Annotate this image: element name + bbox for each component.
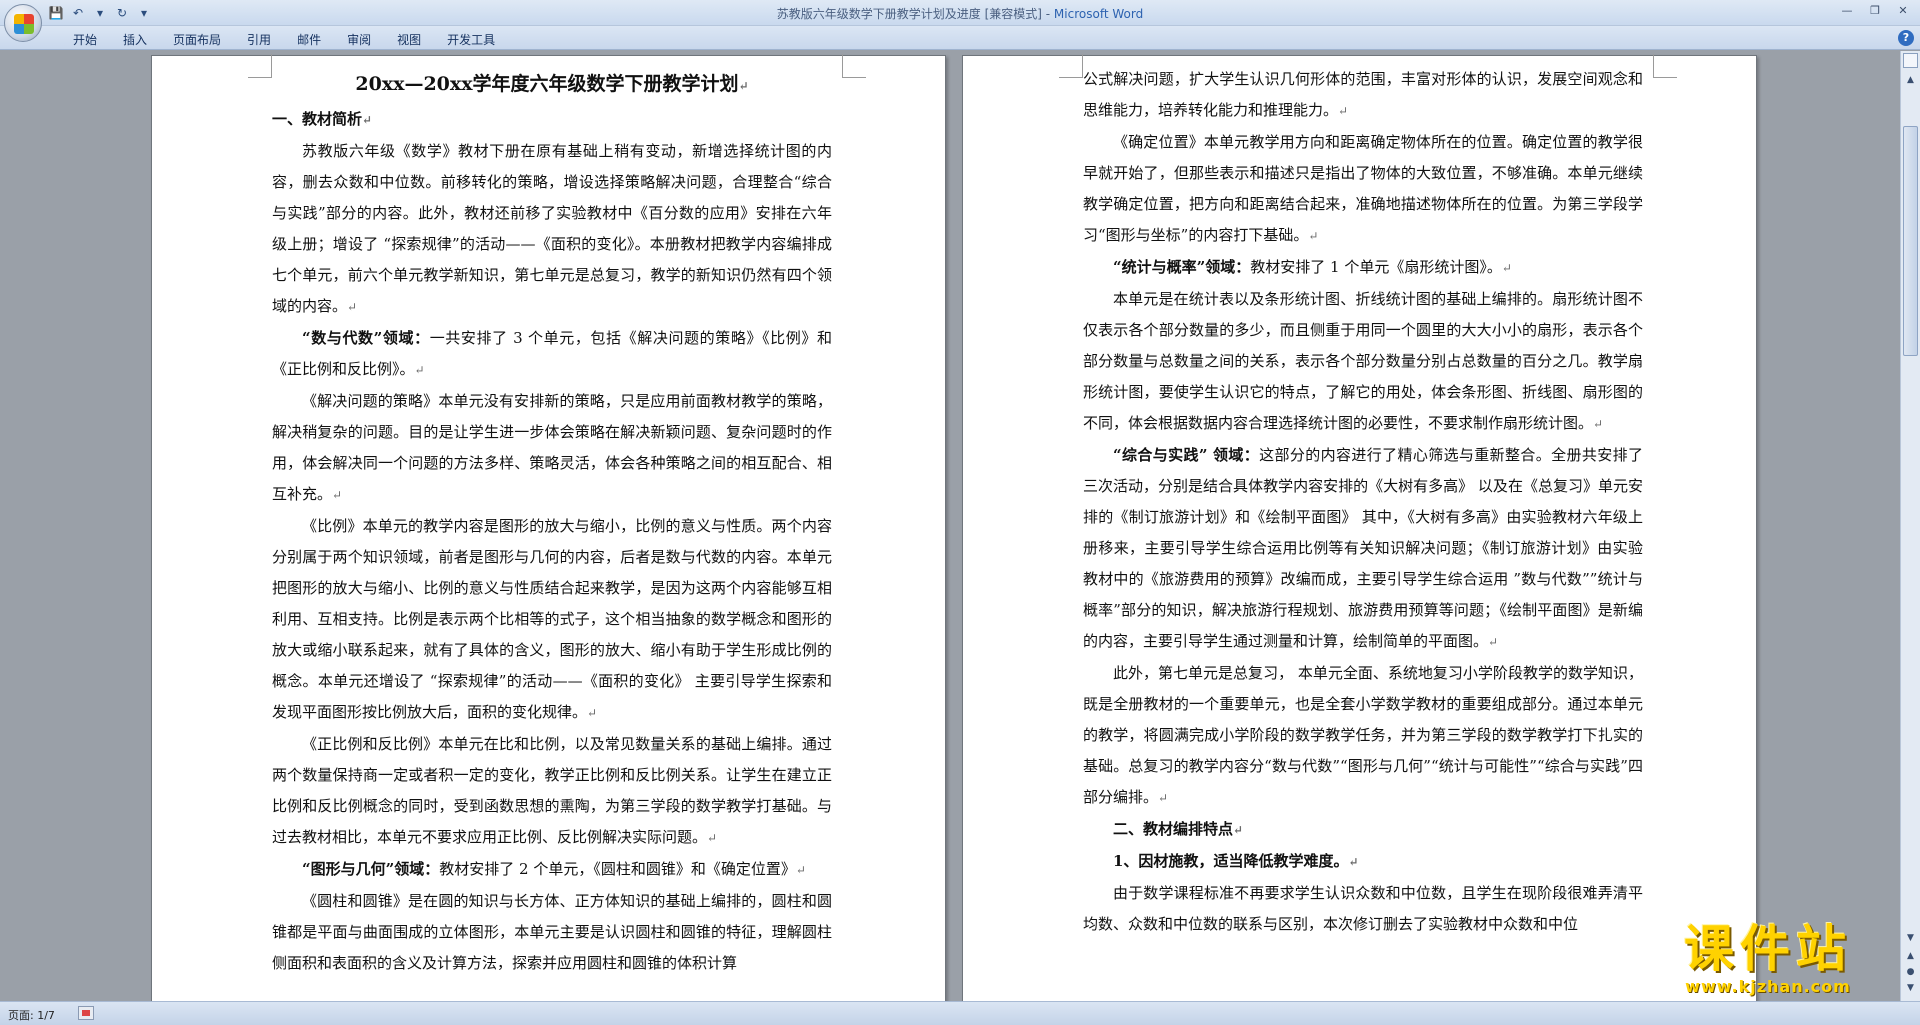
restore-icon[interactable]: ❐ xyxy=(1862,2,1888,20)
select-browse-object-icon[interactable]: ● xyxy=(1903,965,1918,980)
tab-review[interactable]: 审阅 xyxy=(334,29,384,50)
paragraph: “图形与几何”领域：教材安排了 2 个单元，《圆柱和圆锥》和《确定位置》↵ xyxy=(302,860,806,878)
watermark-text: 课件站 xyxy=(1684,920,1852,978)
next-page-icon[interactable]: ▼ xyxy=(1903,981,1918,996)
page-1-content: 20xx—20xx学年度六年级数学下册教学计划↵ 一、教材简析↵ 苏教版六年级《… xyxy=(272,66,832,979)
previous-page-icon[interactable]: ▲ xyxy=(1903,949,1918,964)
crop-mark-top-left xyxy=(1059,54,1083,78)
bold-label: “图形与几何”领域： xyxy=(302,860,440,878)
bold-label: “综合与实践” 领域： xyxy=(1113,446,1260,464)
window-title: 苏教版六年级数学下册教学计划及进度 [兼容模式] - Microsoft Wor… xyxy=(0,5,1920,22)
view-ruler-icon[interactable] xyxy=(1903,53,1918,68)
document-title-heading: 20xx—20xx学年度六年级数学下册教学计划↵ xyxy=(355,73,749,95)
scroll-up-icon[interactable]: ▲ xyxy=(1903,73,1918,88)
paragraph: 此外，第七单元是总复习， 本单元全面、系统地复习小学阶段教学的数学知识，既是全册… xyxy=(1083,664,1643,806)
document-page-2[interactable]: 公式解决问题，扩大学生认识几何形体的范围，丰富对形体的认识，发展空间观念和思维能… xyxy=(962,54,1757,1001)
crop-mark-top-right xyxy=(1653,54,1677,78)
document-page-1[interactable]: 20xx—20xx学年度六年级数学下册教学计划↵ 一、教材简析↵ 苏教版六年级《… xyxy=(151,54,946,1001)
minimize-icon[interactable]: — xyxy=(1834,2,1860,20)
paragraph: 《正比例和反比例》本单元在比和比例，以及常见数量关系的基础上编排。通过两个数量保… xyxy=(272,735,832,846)
section-heading: 二、教材编排特点↵ xyxy=(1113,820,1244,838)
page-2-content: 公式解决问题，扩大学生认识几何形体的范围，丰富对形体的认识，发展空间观念和思维能… xyxy=(1083,64,1643,940)
tab-developer[interactable]: 开发工具 xyxy=(434,29,508,50)
scroll-down-icon[interactable]: ▼ xyxy=(1903,931,1918,946)
tab-mailings[interactable]: 邮件 xyxy=(284,29,334,50)
tab-references[interactable]: 引用 xyxy=(234,29,284,50)
office-button[interactable] xyxy=(4,4,42,42)
help-icon[interactable]: ? xyxy=(1898,30,1914,46)
paragraph: “数与代数”领域：一共安排了 3 个单元，包括《解决问题的策略》《比例》和《正比… xyxy=(272,329,832,378)
app-name: Microsoft Word xyxy=(1053,7,1144,21)
office-logo-icon xyxy=(14,14,34,34)
paragraph: 《解决问题的策略》本单元没有安排新的策略，只是应用前面教材教学的策略，解决稍复杂… xyxy=(272,392,832,503)
page-count[interactable]: 页面: 1/7 xyxy=(8,1007,55,1023)
watermark-logo: 课件站 www.kjzhan.com xyxy=(1648,921,1888,1003)
sub-heading: 1、因材施教，适当降低教学难度。↵ xyxy=(1113,852,1359,870)
document-title: 苏教版六年级数学下册教学计划及进度 [兼容模式] - xyxy=(776,7,1054,21)
paragraph: 《圆柱和圆锥》是在圆的知识与长方体、正方体知识的基础上编排的，圆柱和圆锥都是平面… xyxy=(272,892,832,972)
paragraph: 由于数学课程标准不再要求学生认识众数和中位数，且学生在现阶段很难弄清平均数、众数… xyxy=(1083,884,1643,933)
paragraph: 本单元是在统计表以及条形统计图、折线统计图的基础上编排的。扇形统计图不仅表示各个… xyxy=(1083,290,1643,432)
paragraph: “综合与实践” 领域：这部分的内容进行了精心筛选与重新整合。全册共安排了三次活动… xyxy=(1083,446,1643,650)
close-icon[interactable]: ✕ xyxy=(1890,2,1916,20)
tab-insert[interactable]: 插入 xyxy=(110,29,160,50)
section-heading: 一、教材简析↵ xyxy=(272,110,373,128)
crop-mark-top-right xyxy=(842,54,866,78)
document-area[interactable]: 20xx—20xx学年度六年级数学下册教学计划↵ 一、教材简析↵ 苏教版六年级《… xyxy=(0,51,1900,1001)
bold-label: “统计与概率”领域： xyxy=(1113,258,1251,276)
scrollbar-thumb[interactable] xyxy=(1903,126,1918,356)
crop-mark-top-left xyxy=(248,54,272,78)
tab-page-layout[interactable]: 页面布局 xyxy=(160,29,234,50)
title-bar: 💾 ↶ ▾ ↻ ▾ 苏教版六年级数学下册教学计划及进度 [兼容模式] - Mic… xyxy=(0,0,1920,42)
paragraph: 《确定位置》本单元教学用方向和距离确定物体所在的位置。确定位置的教学很早就开始了… xyxy=(1083,133,1643,244)
status-bar: 页面: 1/7 xyxy=(0,1001,1920,1025)
ribbon: 开始 插入 页面布局 引用 邮件 审阅 视图 开发工具 ? xyxy=(0,26,1920,50)
window-controls: — ❐ ✕ xyxy=(1834,2,1916,20)
ribbon-tabs: 开始 插入 页面布局 引用 邮件 审阅 视图 开发工具 xyxy=(60,29,508,50)
paragraph: 公式解决问题，扩大学生认识几何形体的范围，丰富对形体的认识，发展空间观念和思维能… xyxy=(1083,70,1643,119)
watermark-url: www.kjzhan.com xyxy=(1685,977,1851,996)
bold-label: “数与代数”领域： xyxy=(302,329,430,347)
paragraph: “统计与概率”领域：教材安排了 1 个单元《扇形统计图》。↵ xyxy=(1113,258,1512,276)
paragraph: 《比例》本单元的教学内容是图形的放大与缩小，比例的意义与性质。两个内容分别属于两… xyxy=(272,517,832,721)
tab-home[interactable]: 开始 xyxy=(60,29,110,50)
proofing-language-icon[interactable] xyxy=(78,1006,94,1020)
vertical-scrollbar[interactable]: ▲ ▼ ▲ ● ▼ xyxy=(1900,51,1920,1001)
tab-view[interactable]: 视图 xyxy=(384,29,434,50)
paragraph: 苏教版六年级《数学》教材下册在原有基础上稍有变动，新增选择统计图的内容，删去众数… xyxy=(272,142,832,315)
